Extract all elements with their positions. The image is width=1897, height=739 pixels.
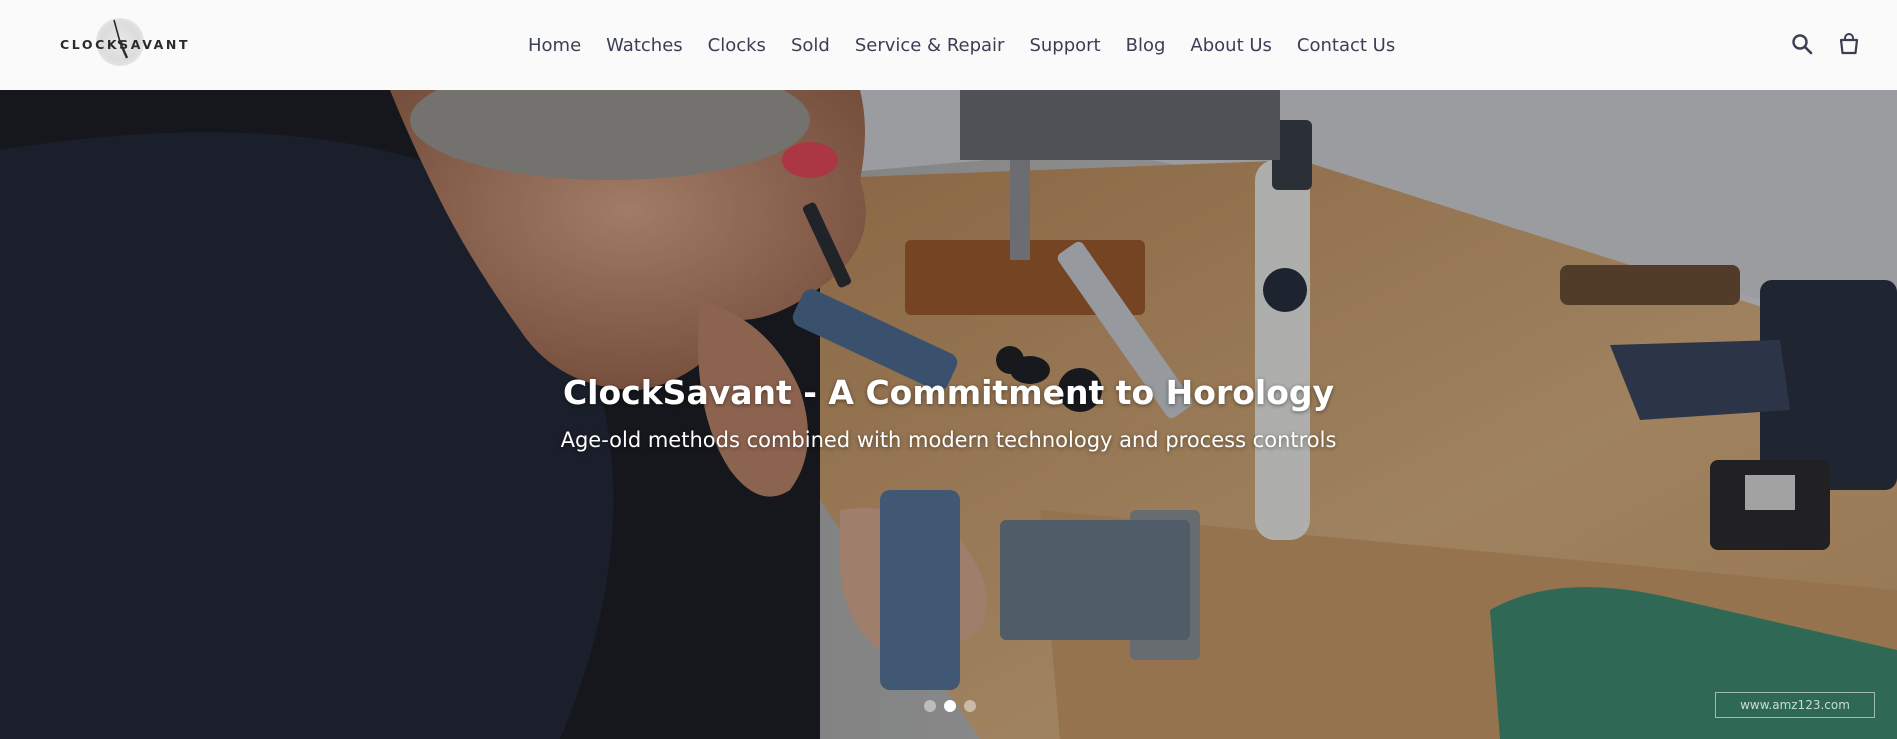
main-nav: Home Watches Clocks Sold Service & Repai… xyxy=(528,30,1395,60)
site-header: CLOCKSAVANT Home Watches Clocks Sold Ser… xyxy=(0,0,1897,90)
slide-dot-2[interactable] xyxy=(944,700,956,712)
nav-sold[interactable]: Sold xyxy=(791,35,830,56)
nav-about-us[interactable]: About Us xyxy=(1190,35,1272,56)
slide-dot-3[interactable] xyxy=(964,700,976,712)
slideshow-dots xyxy=(924,700,984,712)
hero-slideshow: ClockSavant - A Commitment to Horology A… xyxy=(0,90,1897,739)
nav-contact-us[interactable]: Contact Us xyxy=(1297,35,1395,56)
nav-support[interactable]: Support xyxy=(1029,35,1100,56)
hero-title: ClockSavant - A Commitment to Horology xyxy=(562,373,1335,412)
watermark: www.amz123.com xyxy=(1715,692,1875,718)
nav-watches[interactable]: Watches xyxy=(606,35,683,56)
logo-text: CLOCKSAVANT xyxy=(60,36,191,52)
brand-logo[interactable]: CLOCKSAVANT xyxy=(58,14,188,72)
search-icon[interactable] xyxy=(1786,28,1818,60)
nav-service-repair[interactable]: Service & Repair xyxy=(855,35,1005,56)
nav-blog[interactable]: Blog xyxy=(1126,35,1166,56)
slide-dot-1[interactable] xyxy=(924,700,936,712)
header-actions xyxy=(1771,28,1865,60)
nav-clocks[interactable]: Clocks xyxy=(708,35,766,56)
hero-overlay xyxy=(0,90,1897,739)
hero-subtitle: Age-old methods combined with modern tec… xyxy=(560,428,1337,452)
cart-icon[interactable] xyxy=(1833,28,1865,60)
nav-home[interactable]: Home xyxy=(528,35,581,56)
